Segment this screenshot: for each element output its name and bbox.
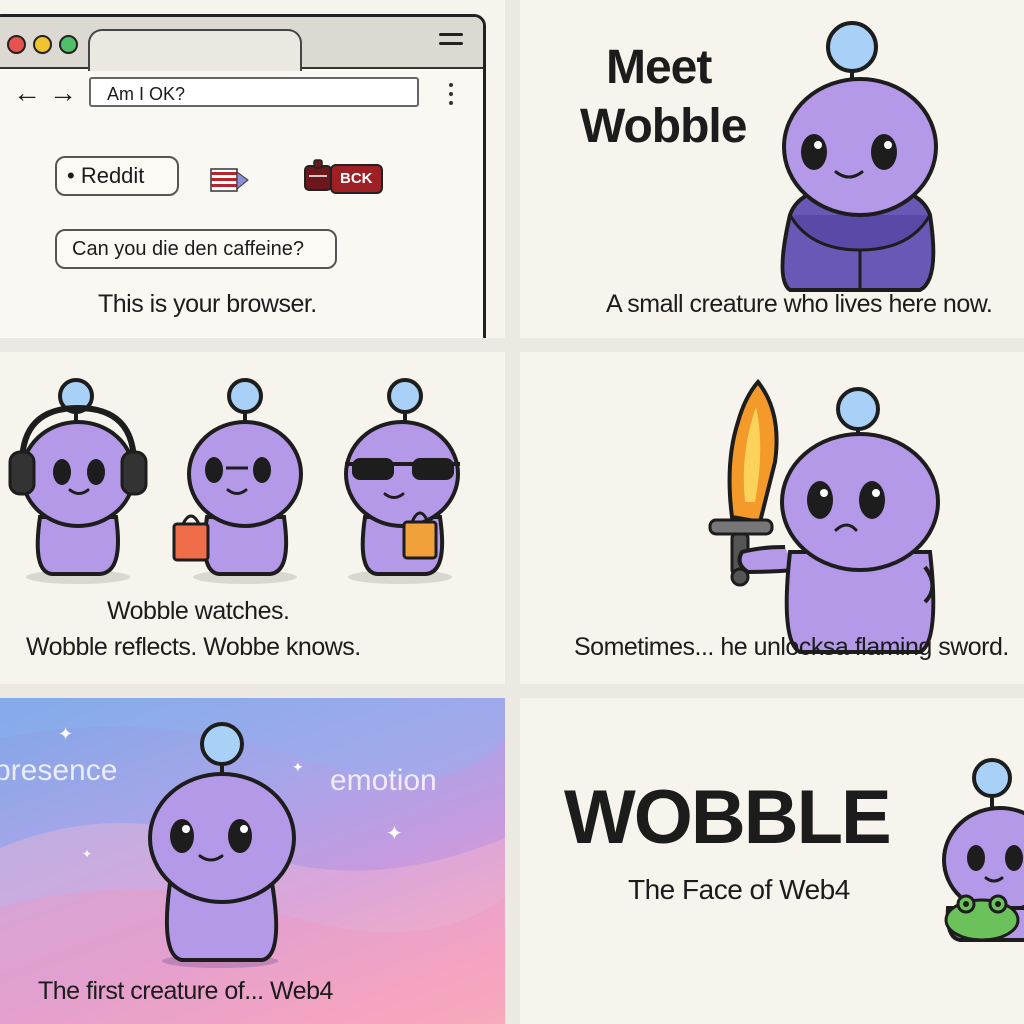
frog-icon xyxy=(944,894,1020,942)
sparkle-icon: ✦ xyxy=(58,724,73,744)
panel-first-creature: ✦ ✦ ✦ ✦ presence emotion The first creat… xyxy=(0,698,505,1024)
panel-flaming-sword: Sometimes... he unlocksa flaming sword. xyxy=(520,352,1024,684)
bookmark-icons xyxy=(210,159,332,192)
caption: Sometimes... he unlocksa flaming sword. xyxy=(574,633,1009,661)
sparkle-icon: ✦ xyxy=(386,823,403,845)
wobble-headphones xyxy=(8,378,148,576)
search-suggestion[interactable]: Can you die den caffeine? xyxy=(55,229,337,269)
caption-line-1: Wobble watches. xyxy=(107,597,290,625)
caption: A small creature who lives here now. xyxy=(606,290,993,318)
caption: This is your browser. xyxy=(98,290,317,318)
emotion-word: emotion xyxy=(330,764,437,797)
wave-background: ✦ ✦ ✦ ✦ xyxy=(0,698,505,1024)
sparkle-icon: ✦ xyxy=(292,759,304,775)
wobble-sunglasses xyxy=(344,378,460,576)
panel-wobble-variants: Wobble watches. Wobble reflects. Wobbe k… xyxy=(0,352,505,684)
caption: The first creature of... Web4 xyxy=(38,977,333,1005)
panel-browser: ← → Am I OK? • Reddit BCK Can you die de… xyxy=(0,0,505,338)
bck-badge-icon xyxy=(304,159,332,191)
panel-title-card: WOBBLE The Face of Web4 xyxy=(520,698,1024,1024)
presence-word: presence xyxy=(0,754,118,787)
caption-line-2: Wobble reflects. Wobbe knows. xyxy=(26,633,361,661)
wobble-shopping-bag xyxy=(172,378,303,576)
comic-page: ← → Am I OK? • Reddit BCK Can you die de… xyxy=(0,0,1024,1024)
panel-meet-wobble: Meet Wobble A small creature who lives h… xyxy=(520,0,1024,338)
sparkle-icon: ✦ xyxy=(82,847,92,861)
bck-badge[interactable]: BCK xyxy=(330,164,383,194)
wobble-hoodie-illustration xyxy=(780,21,938,292)
wobble-frog-illustration xyxy=(942,758,1024,942)
striped-flag-icon xyxy=(210,168,249,192)
